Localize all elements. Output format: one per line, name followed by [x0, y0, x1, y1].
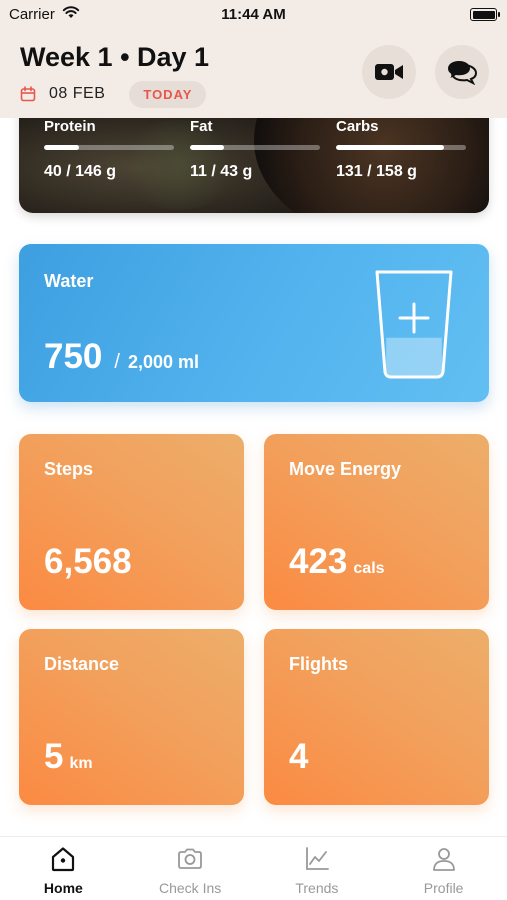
water-goal: 2,000 ml [127, 352, 200, 372]
status-bar: Carrier 11:44 AM [0, 0, 507, 30]
flights-card[interactable]: Flights 4 [264, 629, 489, 805]
macro-protein-track [44, 145, 174, 150]
tab-bar: Home Check Ins Trends Profile [0, 836, 507, 900]
tab-check-ins[interactable]: Check Ins [127, 837, 254, 900]
date-row[interactable]: 08 FEB TODAY [20, 80, 207, 108]
macro-protein-value: 40 / 146 g [44, 163, 117, 180]
macro-protein-label: Protein [44, 118, 96, 135]
water-amount: 750 [44, 337, 103, 376]
macro-fat-track [190, 145, 320, 150]
camera-icon [178, 848, 203, 869]
steps-value: 6,568 [44, 542, 132, 581]
macro-fat: Fat 11 / 43 g [190, 118, 320, 181]
tab-trends[interactable]: Trends [254, 837, 381, 900]
distance-card[interactable]: Distance 5 km [19, 629, 244, 805]
flights-value: 4 [289, 737, 309, 776]
macro-protein-fill [44, 145, 80, 150]
flights-label: Flights [289, 654, 348, 674]
date-label: 08 FEB [49, 85, 106, 102]
macro-protein: Protein 40 / 146 g [44, 118, 174, 181]
macro-fat-fill [190, 145, 224, 150]
macro-carbs-fill [336, 145, 444, 150]
person-icon [432, 848, 455, 871]
tab-profile-label: Profile [423, 880, 464, 896]
chat-bubbles-icon [448, 61, 478, 85]
water-glass-plus-icon[interactable] [374, 268, 454, 380]
page-title: Week 1 • Day 1 [20, 42, 210, 72]
move-energy-value: 423 [289, 542, 348, 581]
macro-carbs-value: 131 / 158 g [336, 163, 417, 180]
macro-carbs-label: Carbs [336, 118, 379, 135]
tab-trends-label: Trends [295, 880, 339, 896]
video-camera-icon [375, 64, 403, 80]
today-button[interactable]: TODAY [129, 80, 207, 108]
distance-value: 5 [44, 737, 64, 776]
water-separator: / [114, 351, 120, 373]
macro-fat-value: 11 / 43 g [190, 163, 253, 180]
distance-value-row: 5 km [44, 737, 93, 777]
move-energy-value-row: 423 cals [289, 542, 385, 582]
chat-button[interactable] [435, 45, 489, 99]
distance-label: Distance [44, 654, 120, 674]
move-energy-unit: cals [353, 560, 385, 577]
move-energy-label: Move Energy [289, 459, 402, 479]
macro-carbs: Carbs 131 / 158 g [336, 118, 466, 181]
steps-value-row: 6,568 [44, 542, 138, 582]
calendar-icon [20, 86, 36, 102]
home-icon [52, 847, 75, 872]
tab-profile[interactable]: Profile [380, 837, 507, 900]
water-label: Water [44, 271, 94, 291]
steps-label: Steps [44, 459, 94, 479]
water-card[interactable]: Water 750 / 2,000 ml [19, 244, 489, 402]
water-value: 750 / 2,000 ml [44, 337, 199, 377]
video-call-button[interactable] [362, 45, 416, 99]
battery-icon [470, 8, 500, 21]
move-energy-card[interactable]: Move Energy 423 cals [264, 434, 489, 610]
distance-unit: km [69, 755, 93, 772]
header: Carrier 11:44 AM Week 1 • Day 1 08 FEB T… [0, 0, 507, 118]
tab-home-label: Home [43, 880, 83, 896]
steps-card[interactable]: Steps 6,568 [19, 434, 244, 610]
flights-value-row: 4 [289, 737, 314, 777]
macro-fat-label: Fat [190, 118, 213, 135]
tab-check-ins-label: Check Ins [159, 880, 222, 896]
trend-chart-icon [305, 847, 329, 870]
tab-home[interactable]: Home [0, 837, 127, 900]
macro-carbs-track [336, 145, 466, 150]
clock: 11:44 AM [221, 6, 286, 23]
